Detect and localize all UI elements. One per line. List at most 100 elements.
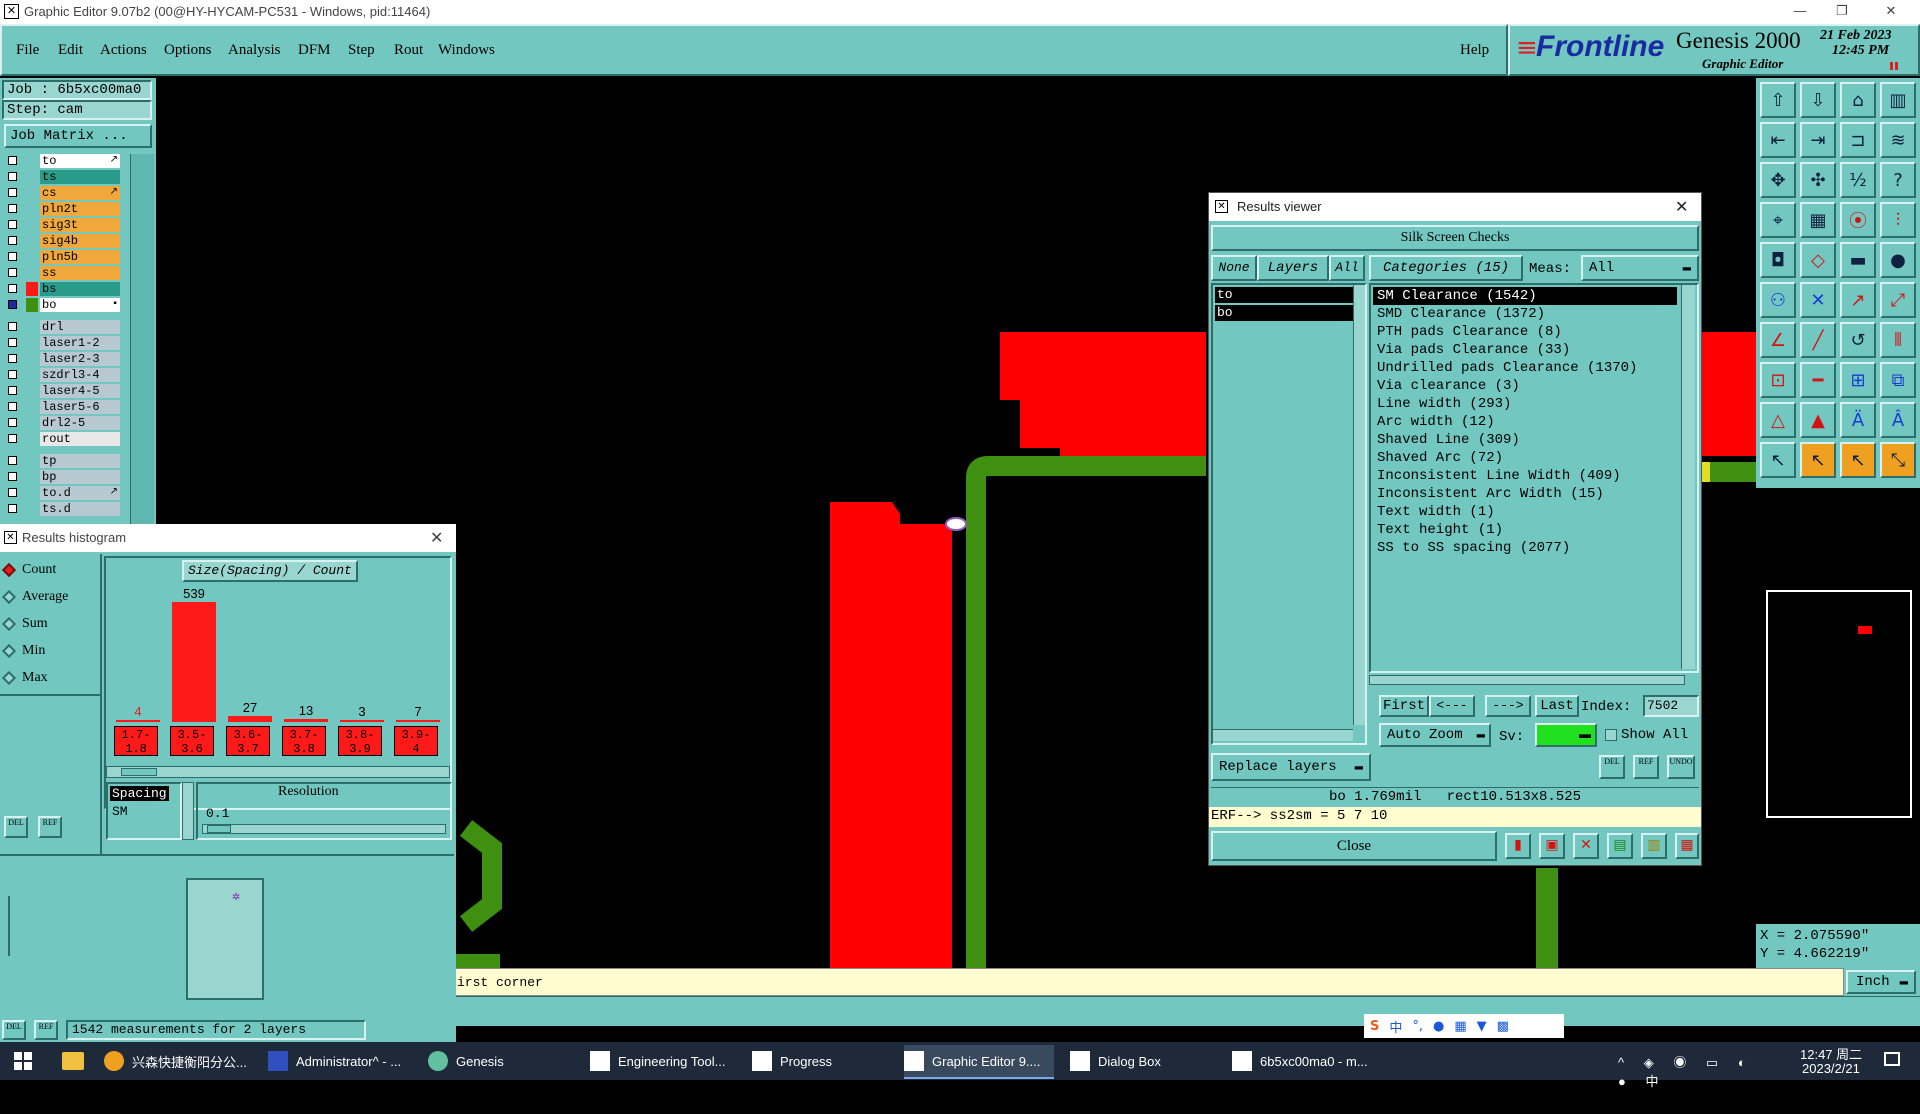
layer-name[interactable]: laser4-5 [40,384,120,398]
layer-row[interactable]: laser2-3 [4,352,122,366]
category-item[interactable]: Undrilled pads Clearance (1370) [1373,359,1677,377]
pan-up-icon[interactable]: ⇧ [1760,82,1796,118]
layer-row[interactable]: sig4b [4,234,122,248]
task-8[interactable]: 6b5xc00ma0 - m... [1232,1045,1382,1077]
layer-name[interactable]: ts [40,170,120,184]
categories-hscroll[interactable] [1369,675,1685,685]
layers-icon[interactable]: ⫶ [1880,202,1916,238]
layer-color-swatch[interactable] [26,170,38,184]
first-button[interactable]: First [1379,695,1429,717]
layer-row[interactable]: ss [4,266,122,280]
layer-row[interactable]: drl [4,320,122,334]
grid-icon[interactable]: ▦ [1800,202,1836,238]
pointer-move-icon[interactable]: ⤡ [1880,442,1916,478]
layer-color-swatch[interactable] [26,154,38,168]
viewer-del-button[interactable]: DEL [1599,755,1625,779]
category-item[interactable]: Shaved Line (309) [1373,431,1677,449]
layer-color-swatch[interactable] [26,470,38,484]
layer-checkbox[interactable] [8,504,17,513]
layer-list-scrollbar[interactable] [130,154,154,524]
delta-icon[interactable]: ▲ [1800,402,1836,438]
close-button[interactable]: Close [1211,831,1497,861]
layer-row[interactable]: laser1-2 [4,336,122,350]
layer-row[interactable]: cs ↗ [4,186,122,200]
none-button[interactable]: None [1211,255,1257,281]
status-ref-button[interactable]: REF [34,1020,58,1040]
layer-color-swatch[interactable] [26,202,38,216]
task-7[interactable]: Dialog Box [1070,1045,1220,1077]
file-explorer-icon[interactable] [62,1052,84,1070]
shirt-icon[interactable]: ▼ [1477,1019,1487,1034]
last-button[interactable]: Last [1535,695,1579,717]
layer-name[interactable]: laser2-3 [40,352,120,366]
layer-name[interactable]: szdrl3-4 [40,368,120,382]
layer-row[interactable]: to.d ↗ [4,486,122,500]
windows-start-icon[interactable] [14,1052,32,1070]
layer-checkbox[interactable] [8,402,17,411]
mic-icon[interactable]: ● [1433,1019,1444,1034]
tray-ime[interactable]: 中 [1645,1074,1666,1089]
prev-button[interactable]: <--- [1429,695,1475,717]
layer-name[interactable]: pln2t [40,202,120,216]
layer-row[interactable]: sig3t [4,218,122,232]
layer-name[interactable]: to ↗ [40,154,120,168]
parallel-icon[interactable]: ⫴ [1880,322,1916,358]
auto-zoom-select[interactable]: Auto Zoom ▬ [1379,723,1491,747]
viewer-undo-button[interactable]: UNDO [1667,755,1695,779]
mode-count[interactable]: Count [1,562,56,578]
layer-checkbox[interactable] [8,434,17,443]
resolution-slider[interactable] [202,824,446,834]
layer-checkbox[interactable] [8,188,17,197]
viewer-tool-1[interactable]: ▮ [1505,833,1531,859]
task-3[interactable]: Genesis [428,1045,578,1077]
layer-color-swatch[interactable] [26,384,38,398]
menu-step[interactable]: Step [348,42,375,59]
category-item[interactable]: Text height (1) [1373,521,1677,539]
layer-checkbox[interactable] [8,418,17,427]
viewer-tool-6[interactable]: ▦ [1675,833,1699,859]
mode-sum[interactable]: Sum [1,616,48,632]
category-item[interactable]: Line width (293) [1373,395,1677,413]
connect-icon[interactable]: ↗ [1840,282,1876,318]
histogram-bar[interactable] [284,719,328,722]
layer-color-swatch[interactable] [26,454,38,468]
menu-rout[interactable]: Rout [394,42,423,59]
menu-windows[interactable]: Windows [438,42,495,59]
layer-color-swatch[interactable] [26,336,38,350]
cross-icon[interactable]: ✕ [1800,282,1836,318]
angle-icon[interactable]: ∠ [1760,322,1796,358]
punct-icon[interactable]: °, [1412,1019,1423,1034]
layer-name[interactable]: ss [40,266,120,280]
grid-icon[interactable]: ▩ [1497,1019,1509,1034]
layer-checkbox[interactable] [8,300,17,309]
layer-color-swatch[interactable] [26,250,38,264]
layer-color-swatch[interactable] [26,266,38,280]
snap-right-icon[interactable]: ⇥ [1800,122,1836,158]
layer-row[interactable]: ts.d [4,502,122,516]
category-item[interactable]: Inconsistent Arc Width (15) [1373,485,1677,503]
layer-checkbox[interactable] [8,456,17,465]
layer-name[interactable]: cs ↗ [40,186,120,200]
rotate-icon[interactable]: ↺ [1840,322,1876,358]
task-6[interactable]: Graphic Editor 9.... [904,1045,1054,1079]
layer-color-swatch[interactable] [26,298,38,312]
status-del-button[interactable]: DEL [2,1020,26,1040]
ruler-icon[interactable]: ▬ [1840,242,1876,278]
layer-row[interactable]: ts [4,170,122,184]
layer-checkbox[interactable] [8,156,17,165]
layer-row[interactable]: rout [4,432,122,446]
layer-color-swatch[interactable] [26,368,38,382]
layer-name[interactable]: bo ▪ [40,298,120,312]
layer-checkbox[interactable] [8,268,17,277]
measure-icon[interactable]: ⌖ [1760,202,1796,238]
notification-icon[interactable] [1884,1052,1900,1066]
category-item[interactable]: Via clearance (3) [1373,377,1677,395]
layer-name[interactable]: sig4b [40,234,120,248]
keyboard-icon[interactable]: ▦ [1454,1019,1466,1034]
replace-layers-select[interactable]: Replace layers ▬ [1211,753,1371,781]
minimize-icon[interactable]: — [1780,0,1820,24]
histogram-bin-label[interactable]: 3.6- 3.7 [226,726,270,756]
histogram-bin-label[interactable]: 3.7- 3.8 [282,726,326,756]
category-item[interactable]: SS to SS spacing (2077) [1373,539,1677,557]
mode-max[interactable]: Max [1,670,48,686]
